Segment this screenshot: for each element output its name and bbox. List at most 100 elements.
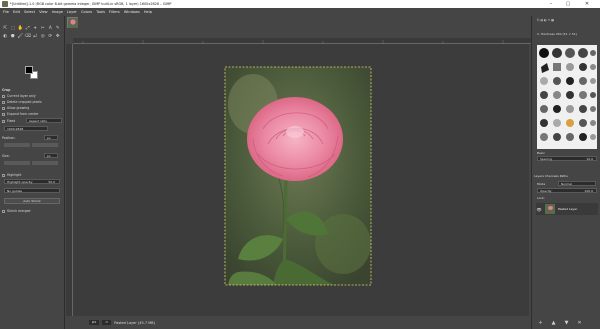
spacing-value: 10.0	[586, 157, 593, 161]
opt-shrink-merged[interactable]: Shrink merged	[2, 209, 30, 213]
guides-select[interactable]: No guides	[4, 188, 60, 193]
position-x-field[interactable]	[4, 143, 30, 147]
menu-layer[interactable]: Layer	[67, 10, 77, 14]
delete-layer-icon[interactable]: ✕	[575, 320, 584, 326]
layers-bottom-bar: + ▲ ▼ ✕	[536, 320, 588, 326]
eraser-icon[interactable]: ⌫	[25, 33, 32, 39]
size-unit-select[interactable]: px	[44, 153, 58, 158]
brushes-grid[interactable]	[537, 45, 597, 149]
move-tool-icon[interactable]: ⇱	[2, 25, 9, 31]
aspect-ratio-field[interactable]: 1600:2828	[4, 126, 48, 131]
fixed-mode-select[interactable]: Aspect ratio	[26, 118, 62, 123]
text-tool-icon[interactable]: A	[47, 25, 54, 31]
menu-view[interactable]: View	[39, 10, 48, 14]
close-button[interactable]: ✕	[580, 0, 594, 8]
menu-image[interactable]: Image	[52, 10, 63, 14]
foreground-color-swatch[interactable]	[25, 66, 33, 74]
opt-fixed[interactable]: Fixed	[2, 119, 15, 123]
window-title: *[Untitled]-1.0 (RGB color 8-bit gamma i…	[10, 2, 172, 6]
mode-label: Mode	[537, 182, 546, 186]
layer-row[interactable]: 👁 Pasted Layer	[536, 203, 598, 215]
title-bar: *[Untitled]-1.0 (RGB color 8-bit gamma i…	[0, 0, 600, 8]
menu-edit[interactable]: Edit	[13, 10, 20, 14]
brush-spacing-slider[interactable]: Spacing 10.0	[537, 156, 597, 161]
highlight-label: Highlight	[7, 173, 22, 177]
lock-label: Lock:	[537, 196, 545, 200]
checkbox[interactable]	[2, 209, 5, 213]
dock-tabs-row: ⎘ ▤ ◐ ✦ ▦	[537, 18, 555, 22]
opt-label: Expand from center	[7, 112, 39, 116]
brushes-title: 2. Hardness 050 (51 × 51)	[537, 32, 577, 36]
unit-select[interactable]: px	[89, 320, 100, 325]
opacity-slider[interactable]: Opacity 100.0	[537, 188, 597, 193]
color-picker-icon[interactable]: ⌖	[32, 25, 39, 31]
align-tool-icon[interactable]: ✥	[55, 33, 62, 39]
checkbox[interactable]	[2, 173, 5, 177]
image-tab-thumbnail[interactable]	[67, 17, 78, 28]
opacity-label: Opacity	[540, 189, 552, 193]
menu-tools[interactable]: Tools	[96, 10, 105, 14]
tool-row-2: ◐ ⬣ 🖌 ⌫ ⤾ ◎ ⟳ ✥	[2, 33, 62, 40]
dodge-tool-icon[interactable]: ◐	[2, 33, 9, 39]
position-unit-select[interactable]: px	[44, 135, 58, 140]
hand-tool-icon[interactable]: ✋	[17, 25, 24, 31]
brush-thumbnails[interactable]	[537, 45, 597, 149]
size-h-field[interactable]	[32, 161, 58, 165]
layer-name: Pasted Layer	[558, 207, 578, 211]
canvas-image[interactable]	[73, 44, 529, 324]
raise-layer-icon[interactable]: ▲	[549, 320, 558, 326]
opt-expand-center[interactable]: Expand from center	[2, 112, 39, 116]
mode-select[interactable]: Normal	[558, 181, 596, 186]
opt-delete-cropped[interactable]: Delete cropped pixels	[2, 100, 42, 104]
menu-colors[interactable]: Colors	[81, 10, 92, 14]
status-message: Pasted Layer (45.7 MB)	[114, 320, 155, 325]
warp-tool-icon[interactable]: ⤾	[32, 33, 39, 39]
opt-highlight[interactable]: Highlight	[2, 173, 21, 177]
crop-tool-icon[interactable]: ✂	[40, 25, 47, 31]
pencil-tool-icon[interactable]: ✎	[55, 25, 62, 31]
checkbox[interactable]	[2, 106, 5, 110]
shrink-merged-label: Shrink merged	[7, 209, 31, 213]
opt-label: Current layer only	[7, 94, 36, 98]
checkbox[interactable]	[2, 94, 5, 98]
size-label: Size:	[2, 154, 10, 158]
tool-row-1: ⇱ ⬚ ✋ ⤢ ⌖ ✂ A ✎	[2, 25, 62, 32]
fg-bg-colors[interactable]	[25, 66, 39, 80]
layer-thumbnail	[545, 204, 555, 214]
checkbox[interactable]	[2, 100, 5, 104]
paintbrush-icon[interactable]: 🖌	[17, 33, 24, 39]
transform-tool-icon[interactable]: ⤢	[25, 25, 32, 31]
menu-file[interactable]: File	[3, 10, 9, 14]
minimize-button[interactable]: –	[544, 0, 558, 8]
highlight-opacity-slider[interactable]: Highlight opacity 50.0	[4, 179, 60, 184]
visibility-eye-icon[interactable]: 👁	[536, 207, 542, 212]
new-layer-icon[interactable]: +	[536, 320, 545, 326]
zoom-select[interactable]: ≈	[102, 320, 112, 325]
spacing-label: Spacing	[540, 157, 552, 161]
rect-select-icon[interactable]: ⬚	[10, 25, 17, 31]
menu-filters[interactable]: Filters	[109, 10, 120, 14]
fixed-label: Fixed	[7, 119, 16, 123]
auto-shrink-button[interactable]: Auto Shrink	[4, 198, 60, 204]
opt-allow-growing[interactable]: Allow growing	[2, 106, 29, 110]
canvas-viewport[interactable]	[73, 44, 529, 324]
vertical-ruler[interactable]	[66, 44, 73, 324]
size-w-field[interactable]	[4, 161, 30, 165]
blur-tool-icon[interactable]: ◎	[40, 33, 47, 39]
position-y-field[interactable]	[32, 143, 58, 147]
layers-tabs[interactable]: Layers Channels Paths	[534, 174, 568, 178]
rose-bloom	[247, 97, 343, 181]
fuzzy-select-icon[interactable]: ⬣	[10, 33, 17, 39]
rotate-tool-icon[interactable]: ⟳	[47, 33, 54, 39]
checkbox[interactable]	[2, 119, 5, 123]
lower-layer-icon[interactable]: ▼	[562, 320, 571, 326]
menu-select[interactable]: Select	[24, 10, 35, 14]
highlight-opacity-label: Highlight opacity	[7, 180, 33, 184]
opt-current-layer[interactable]: Current layer only	[2, 94, 36, 98]
menu-windows[interactable]: Windows	[124, 10, 140, 14]
menu-help[interactable]: Help	[144, 10, 152, 14]
maximize-button[interactable]: ▢	[561, 0, 575, 8]
tool-options-title: Crop	[2, 88, 11, 92]
position-label: Position:	[2, 136, 16, 140]
checkbox[interactable]	[2, 112, 5, 116]
